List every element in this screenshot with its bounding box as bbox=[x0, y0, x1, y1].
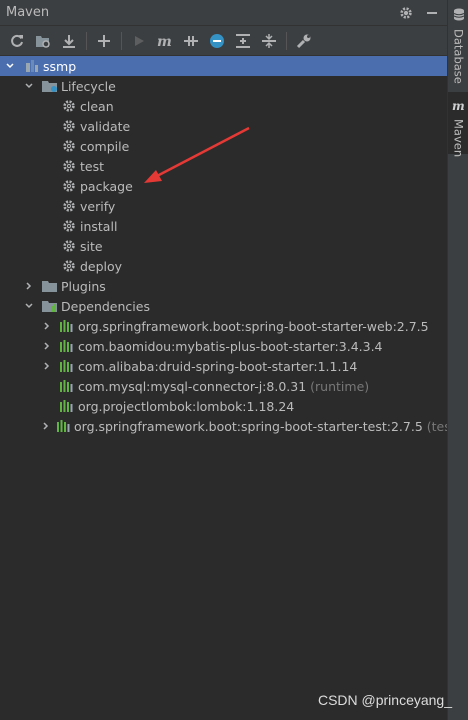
gear-icon bbox=[61, 198, 77, 214]
gear-icon bbox=[61, 118, 77, 134]
dependency-item[interactable]: org.projectlombok:lombok:1.18.24 bbox=[0, 396, 447, 416]
lifecycle-goal-deploy[interactable]: deploy bbox=[0, 256, 447, 276]
lifecycle-goal-package[interactable]: package bbox=[0, 176, 447, 196]
skip-tests-icon[interactable] bbox=[206, 30, 228, 52]
folder-icon bbox=[42, 278, 58, 294]
add-icon[interactable] bbox=[93, 30, 115, 52]
folder-icon bbox=[42, 298, 58, 314]
settings-wrench-icon[interactable] bbox=[293, 30, 315, 52]
lifecycle-goal-label: test bbox=[80, 158, 105, 174]
sidebar-tab-database[interactable]: Database bbox=[448, 6, 468, 84]
chevron-right-icon[interactable] bbox=[41, 420, 51, 432]
dependency-label: com.mysql:mysql-connector-j:8.0.31 bbox=[78, 378, 307, 394]
maven-toolbar: m bbox=[0, 26, 447, 56]
lifecycle-goal-verify[interactable]: verify bbox=[0, 196, 447, 216]
maven-projects-tree: ssmp Lifecycle clean validate compile test p… bbox=[0, 56, 461, 436]
minimize-icon[interactable] bbox=[421, 2, 443, 24]
folder-icon bbox=[42, 78, 58, 94]
dependency-icon bbox=[59, 358, 75, 374]
dependency-icon bbox=[59, 378, 75, 394]
lifecycle-goal-label: install bbox=[80, 218, 118, 234]
chevron-down-icon[interactable] bbox=[23, 80, 35, 92]
tool-window-header: Maven bbox=[0, 0, 447, 26]
maven-icon: m bbox=[452, 96, 466, 115]
chevron-down-icon[interactable] bbox=[23, 300, 35, 312]
chevron-down-icon[interactable] bbox=[4, 60, 16, 72]
dependency-icon bbox=[59, 338, 75, 354]
sidebar-tab-maven[interactable]: m Maven bbox=[448, 92, 468, 158]
gear-icon bbox=[61, 98, 77, 114]
dependency-item[interactable]: org.springframework.boot:spring-boot-sta… bbox=[0, 416, 461, 436]
gear-icon bbox=[61, 218, 77, 234]
chevron-right-icon[interactable] bbox=[41, 320, 53, 332]
lifecycle-goal-compile[interactable]: compile bbox=[0, 136, 447, 156]
show-dependencies-icon[interactable] bbox=[232, 30, 254, 52]
gear-icon bbox=[61, 178, 77, 194]
gear-icon bbox=[61, 258, 77, 274]
dependency-label: org.springframework.boot:spring-boot-sta… bbox=[74, 418, 423, 434]
dependency-label: org.springframework.boot:spring-boot-sta… bbox=[78, 318, 429, 334]
lifecycle-goal-clean[interactable]: clean bbox=[0, 96, 447, 116]
generate-sources-icon[interactable] bbox=[32, 30, 54, 52]
collapse-all-icon[interactable] bbox=[258, 30, 280, 52]
watermark: CSDN @princeyang_ bbox=[317, 692, 452, 708]
dependency-item[interactable]: org.springframework.boot:spring-boot-sta… bbox=[0, 316, 447, 336]
toolbar-separator bbox=[286, 31, 287, 50]
tree-node-dependencies[interactable]: Dependencies bbox=[0, 296, 447, 316]
gear-icon[interactable] bbox=[395, 2, 417, 24]
dependency-label: com.alibaba:druid-spring-boot-starter:1.… bbox=[78, 358, 358, 374]
sidebar-tab-label: Maven bbox=[451, 119, 466, 158]
dependency-item[interactable]: com.mysql:mysql-connector-j:8.0.31 (runti… bbox=[0, 376, 447, 396]
lifecycle-goal-validate[interactable]: validate bbox=[0, 116, 447, 136]
reload-icon[interactable] bbox=[6, 30, 28, 52]
lifecycle-goal-label: verify bbox=[80, 198, 116, 214]
run-icon[interactable] bbox=[128, 30, 150, 52]
dependency-icon bbox=[57, 418, 71, 434]
dependency-scope: (runtime) bbox=[310, 378, 370, 394]
gear-icon bbox=[61, 158, 77, 174]
lifecycle-goal-install[interactable]: install bbox=[0, 216, 447, 236]
dependency-icon bbox=[59, 398, 75, 414]
lifecycle-goal-label: package bbox=[80, 178, 133, 194]
gear-icon bbox=[61, 138, 77, 154]
chevron-right-icon[interactable] bbox=[23, 280, 35, 292]
lifecycle-goal-test[interactable]: test bbox=[0, 156, 447, 176]
lifecycle-goal-label: validate bbox=[80, 118, 131, 134]
dependencies-label: Dependencies bbox=[61, 298, 150, 314]
toggle-offline-icon[interactable] bbox=[180, 30, 202, 52]
maven-project-icon bbox=[24, 58, 40, 74]
chevron-right-icon[interactable] bbox=[41, 340, 53, 352]
lifecycle-goal-site[interactable]: site bbox=[0, 236, 447, 256]
tree-node-project[interactable]: ssmp bbox=[0, 56, 447, 76]
lifecycle-goal-label: deploy bbox=[80, 258, 123, 274]
dependency-label: com.baomidou:mybatis-plus-boot-starter:3… bbox=[78, 338, 383, 354]
tree-node-lifecycle[interactable]: Lifecycle bbox=[0, 76, 447, 96]
project-label: ssmp bbox=[43, 58, 77, 74]
lifecycle-goal-label: site bbox=[80, 238, 103, 254]
plugins-label: Plugins bbox=[61, 278, 106, 294]
right-tool-stripe: Database m Maven bbox=[447, 0, 468, 720]
sidebar-tab-label: Database bbox=[451, 29, 466, 84]
gear-icon bbox=[61, 238, 77, 254]
download-icon[interactable] bbox=[58, 30, 80, 52]
toolbar-separator bbox=[121, 31, 122, 50]
toolbar-separator bbox=[86, 31, 87, 50]
chevron-right-icon[interactable] bbox=[41, 360, 53, 372]
tool-window-title: Maven bbox=[6, 5, 50, 20]
database-icon bbox=[453, 6, 465, 25]
lifecycle-label: Lifecycle bbox=[61, 78, 116, 94]
lifecycle-goal-label: compile bbox=[80, 138, 130, 154]
dependency-item[interactable]: com.alibaba:druid-spring-boot-starter:1.… bbox=[0, 356, 447, 376]
maven-goal-icon[interactable]: m bbox=[154, 30, 176, 52]
lifecycle-goal-label: clean bbox=[80, 98, 114, 114]
dependency-icon bbox=[59, 318, 75, 334]
tree-node-plugins[interactable]: Plugins bbox=[0, 276, 447, 296]
svg-text:m: m bbox=[452, 100, 465, 111]
dependency-item[interactable]: com.baomidou:mybatis-plus-boot-starter:3… bbox=[0, 336, 447, 356]
dependency-label: org.projectlombok:lombok:1.18.24 bbox=[78, 398, 295, 414]
svg-text:m: m bbox=[157, 34, 172, 48]
